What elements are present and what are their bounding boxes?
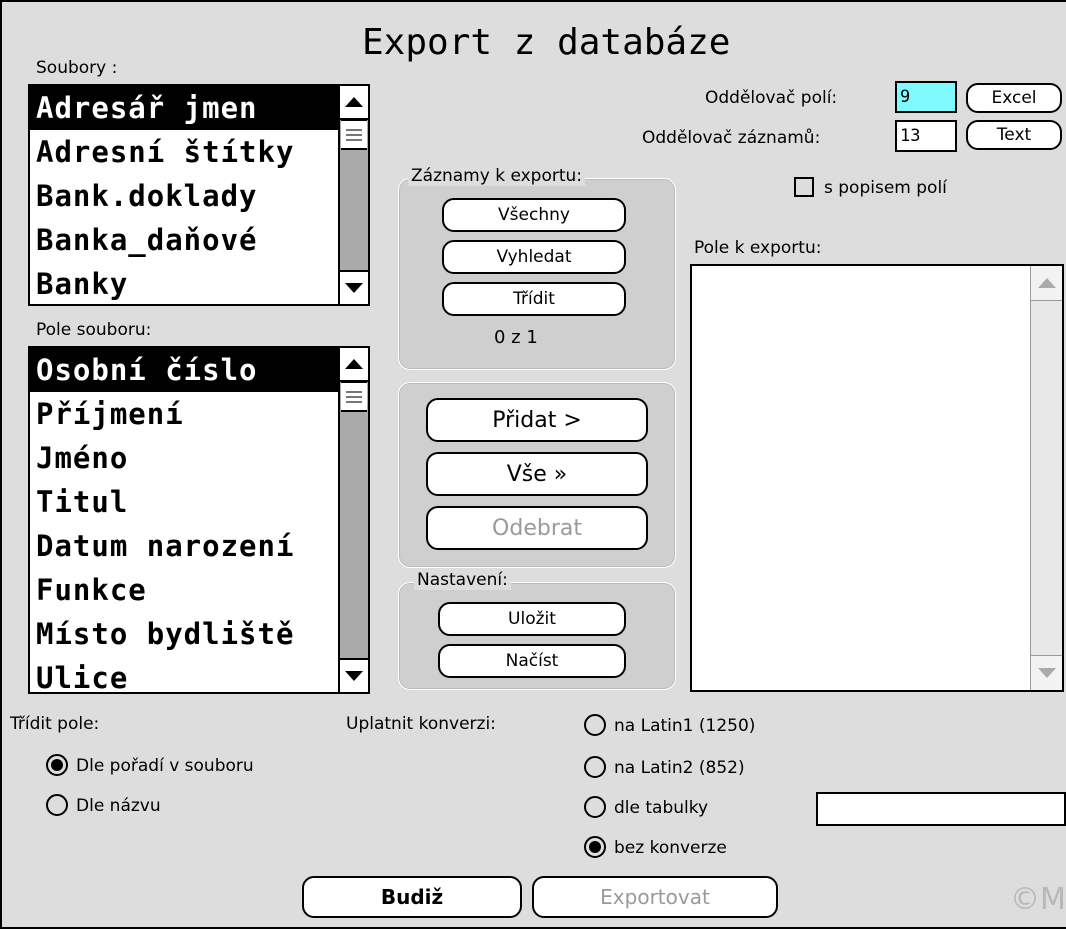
scroll-up-arrow-icon[interactable] <box>1031 266 1062 301</box>
field-list-item[interactable]: Jméno <box>30 436 368 480</box>
conversion-latin2-radio[interactable] <box>584 756 606 778</box>
file-list-item[interactable]: Banka_daňové <box>30 218 368 262</box>
field-separator-label: Oddělovač polí: <box>705 88 838 108</box>
conversion-none-label: bez konverze <box>614 838 727 858</box>
export-fields-scrollbar[interactable] <box>1030 266 1062 690</box>
file-list-item[interactable]: Adresář jmen <box>30 86 368 130</box>
scroll-down-arrow-icon[interactable] <box>340 270 368 304</box>
files-scrollbar[interactable] <box>338 86 368 304</box>
add-field-button[interactable]: Přidat > <box>426 398 648 442</box>
sort-by-name-label: Dle názvu <box>76 796 161 816</box>
scroll-up-arrow-icon[interactable] <box>340 86 368 120</box>
conversion-table-radio[interactable] <box>584 796 606 818</box>
all-records-button[interactable]: Všechny <box>442 198 626 232</box>
save-settings-button[interactable]: Uložit <box>438 602 626 636</box>
conversion-table-label: dle tabulky <box>614 798 709 818</box>
export-fields-list[interactable] <box>690 264 1064 692</box>
field-list-item[interactable]: Příjmení <box>30 392 368 436</box>
conversion-table-input[interactable] <box>816 792 1066 826</box>
scroll-down-arrow-icon[interactable] <box>1031 655 1062 690</box>
conversion-label: Uplatnit konverzi: <box>346 714 496 734</box>
file-list-item[interactable]: Bank.doklady <box>30 174 368 218</box>
field-list-item[interactable]: Místo bydliště <box>30 612 368 656</box>
settings-group-title: Nastavení: <box>414 570 511 590</box>
conversion-latin1-radio[interactable] <box>584 714 606 736</box>
conversion-latin2-label: na Latin2 (852) <box>614 758 745 778</box>
text-button[interactable]: Text <box>966 120 1062 150</box>
field-list-item[interactable]: Titul <box>30 480 368 524</box>
fields-scrollbar[interactable] <box>338 348 368 692</box>
field-list-item[interactable]: Funkce <box>30 568 368 612</box>
field-list-item[interactable]: Ulice <box>30 656 368 692</box>
field-list-item[interactable]: Osobní číslo <box>30 348 368 392</box>
scroll-thumb[interactable] <box>341 382 367 412</box>
ok-button[interactable]: Budiž <box>302 876 522 918</box>
export-dialog: Export z databáze Soubory : Adresář jmen… <box>0 0 1066 929</box>
record-separator-input[interactable]: 13 <box>895 120 957 152</box>
records-count: 0 z 1 <box>494 327 538 348</box>
field-separator-input[interactable]: 9 <box>895 81 957 113</box>
find-records-button[interactable]: Vyhledat <box>442 240 626 274</box>
scroll-down-arrow-icon[interactable] <box>340 658 368 692</box>
sort-fields-label: Třídit pole: <box>10 714 100 734</box>
sort-by-order-radio[interactable] <box>46 754 68 776</box>
records-group-title: Záznamy k exportu: <box>408 166 586 186</box>
scroll-up-arrow-icon[interactable] <box>340 348 368 382</box>
export-button[interactable]: Exportovat <box>532 876 778 918</box>
record-separator-label: Oddělovač záznamů: <box>642 128 821 148</box>
file-list-item[interactable]: Banky <box>30 262 368 304</box>
dialog-title: Export z databáze <box>362 22 731 63</box>
scroll-thumb[interactable] <box>341 120 367 150</box>
load-settings-button[interactable]: Načíst <box>438 644 626 678</box>
sort-by-name-radio[interactable] <box>46 794 68 816</box>
conversion-latin1-label: na Latin1 (1250) <box>614 716 756 736</box>
fields-label: Pole souboru: <box>36 320 152 340</box>
add-all-fields-button[interactable]: Vše » <box>426 452 648 496</box>
files-list[interactable]: Adresář jmen Adresní štítky Bank.doklady Ba… <box>28 84 370 306</box>
sort-records-button[interactable]: Třídit <box>442 282 626 316</box>
describe-fields-checkbox[interactable] <box>794 177 814 197</box>
fields-list[interactable]: Osobní číslo Příjmení Jméno Titul Datum naro… <box>28 346 370 694</box>
copyright-logo: ©M <box>1010 882 1066 917</box>
remove-field-button[interactable]: Odebrat <box>426 506 648 550</box>
field-list-item[interactable]: Datum narození <box>30 524 368 568</box>
describe-fields-label: s popisem polí <box>824 178 947 198</box>
file-list-item[interactable]: Adresní štítky <box>30 130 368 174</box>
export-fields-label: Pole k exportu: <box>694 238 822 258</box>
sort-by-order-label: Dle pořadí v souboru <box>76 756 254 776</box>
files-label: Soubory : <box>36 58 118 78</box>
excel-button[interactable]: Excel <box>966 83 1062 113</box>
conversion-none-radio[interactable] <box>584 836 606 858</box>
